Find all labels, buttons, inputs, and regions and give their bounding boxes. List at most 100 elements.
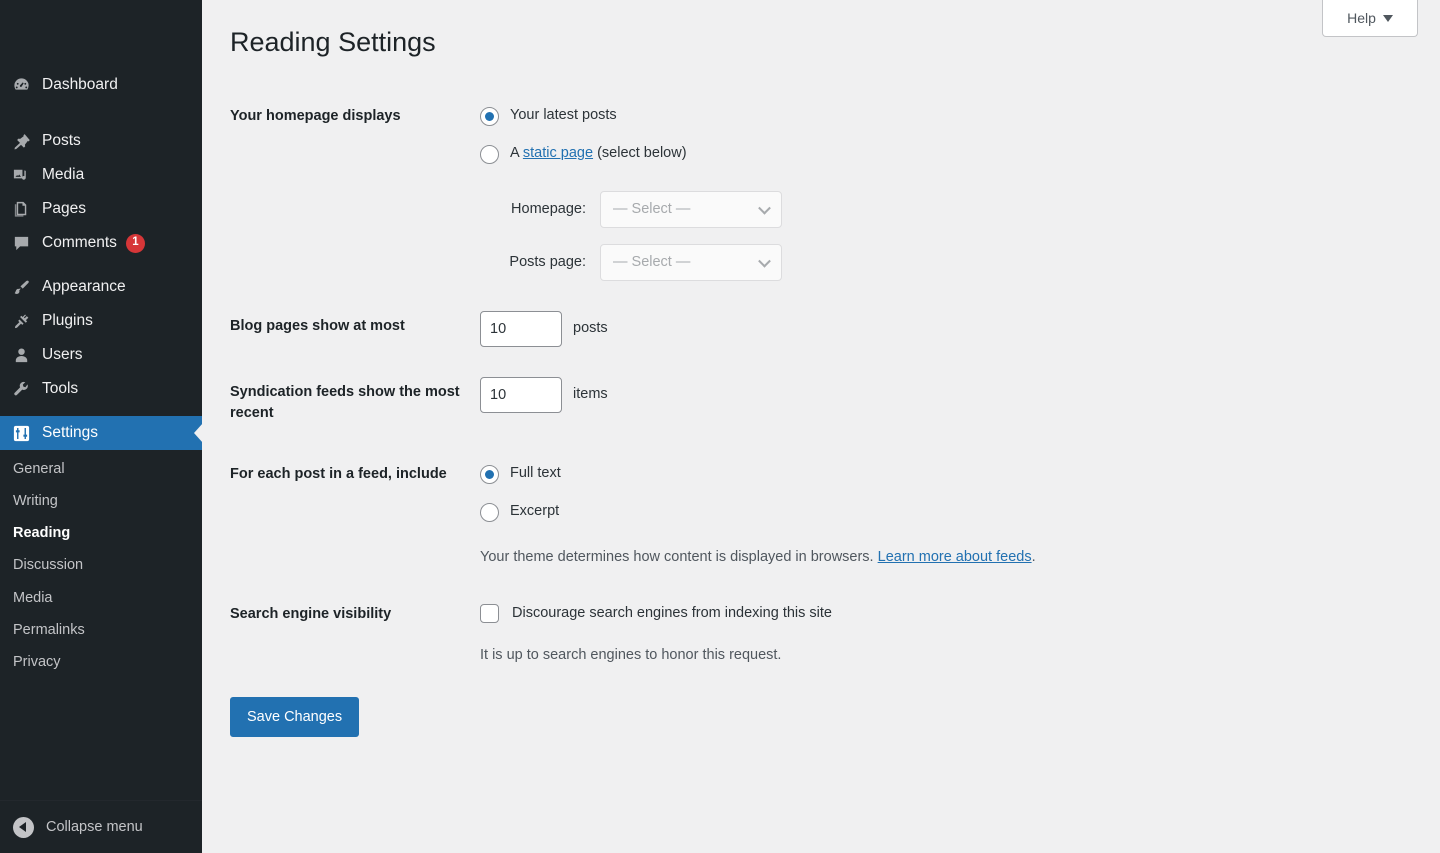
comment-icon — [11, 233, 31, 253]
blog-pages-control: posts — [480, 311, 1400, 347]
submenu-item-writing[interactable]: Writing — [0, 485, 202, 517]
radio-latest-posts-label[interactable]: Your latest posts — [510, 105, 617, 127]
posts-page-select[interactable]: — Select — — [600, 244, 782, 281]
sidebar-item-label: Comments — [42, 234, 117, 252]
chevron-down-icon — [1382, 14, 1393, 22]
sidebar-item-label: Posts — [42, 132, 81, 150]
radio-full-text-label[interactable]: Full text — [510, 463, 561, 485]
option-latest-posts[interactable]: Your latest posts — [480, 101, 1400, 131]
settings-submenu: General Writing Reading Discussion Media… — [0, 450, 202, 684]
help-tab-button[interactable]: Help — [1322, 0, 1418, 37]
user-icon — [11, 345, 31, 365]
row-syndication-feeds: Syndication feeds show the most recent i… — [230, 362, 1410, 444]
option-full-text[interactable]: Full text — [480, 459, 1400, 489]
posts-page-select-label: Posts page: — [509, 253, 586, 270]
chevron-down-icon — [758, 201, 771, 215]
row-blog-pages: Blog pages show at most posts — [230, 296, 1410, 362]
feed-desc-prefix: Your theme determines how content is dis… — [480, 549, 878, 566]
sidebar-item-settings[interactable]: Settings — [0, 416, 203, 450]
row-search-visibility: Search engine visibility Discourage sear… — [230, 584, 1410, 682]
submenu-item-media[interactable]: Media — [0, 582, 202, 614]
feed-include-description: Your theme determines how content is dis… — [480, 547, 1400, 569]
comments-count-badge: 1 — [125, 233, 145, 253]
sidebar-item-pages[interactable]: Pages — [0, 192, 202, 226]
syndication-feeds-input[interactable] — [480, 377, 562, 413]
save-changes-button[interactable]: Save Changes — [230, 696, 360, 738]
syndication-feeds-unit: items — [573, 386, 608, 403]
sidebar-item-label: Appearance — [42, 278, 126, 296]
pages-icon — [11, 199, 31, 219]
sidebar-item-label: Settings — [42, 424, 99, 442]
help-tab-label: Help — [1347, 10, 1376, 26]
reading-settings-form: Your homepage displays Your latest posts… — [230, 86, 1410, 752]
posts-page-select-value: — Select — — [613, 253, 691, 270]
option-discourage-search-engines[interactable]: Discourage search engines from indexing … — [480, 599, 1400, 629]
dashboard-icon — [11, 75, 31, 95]
wrench-icon — [11, 379, 31, 399]
syndication-feeds-control: items — [480, 377, 1400, 413]
blog-pages-unit: posts — [573, 320, 608, 337]
radio-static-page[interactable] — [480, 144, 499, 164]
label-homepage-displays: Your homepage displays — [230, 108, 401, 124]
brush-icon — [11, 277, 31, 297]
row-feed-include: For each post in a feed, include Full te… — [230, 444, 1410, 584]
static-page-selectors: Homepage: — Select — Posts page: — Selec… — [480, 191, 1400, 281]
radio-static-page-label[interactable]: A static page (select below) — [510, 143, 687, 165]
label-syndication-feeds: Syndication feeds show the most recent — [230, 384, 460, 422]
pin-icon — [11, 131, 31, 151]
collapse-menu-button[interactable]: Collapse menu — [0, 800, 202, 853]
sidebar-item-users[interactable]: Users — [0, 338, 202, 372]
radio-excerpt[interactable] — [480, 502, 499, 522]
static-page-link[interactable]: static page — [523, 145, 593, 161]
radio-latest-posts[interactable] — [480, 106, 499, 126]
discourage-search-engines-checkbox[interactable] — [480, 604, 499, 624]
sidebar-item-plugins[interactable]: Plugins — [0, 304, 202, 338]
sidebar-item-label: Users — [42, 346, 83, 364]
submenu-item-permalinks[interactable]: Permalinks — [0, 614, 202, 646]
sidebar-item-label: Tools — [42, 380, 79, 398]
submenu-item-privacy[interactable]: Privacy — [0, 646, 202, 678]
option-static-page[interactable]: A static page (select below) — [480, 139, 1400, 169]
sidebar-item-appearance[interactable]: Appearance — [0, 270, 202, 304]
submenu-item-discussion[interactable]: Discussion — [0, 549, 202, 581]
search-visibility-description: It is up to search engines to honor this… — [480, 646, 782, 663]
discourage-search-engines-label[interactable]: Discourage search engines from indexing … — [512, 603, 832, 625]
settings-sliders-icon — [11, 423, 31, 443]
plug-icon — [11, 311, 31, 331]
feed-desc-suffix: . — [1031, 549, 1036, 566]
static-page-suffix: (select below) — [593, 145, 687, 162]
page-title: Reading Settings — [230, 27, 436, 57]
label-search-visibility: Search engine visibility — [230, 605, 392, 622]
submenu-item-reading[interactable]: Reading — [0, 517, 202, 549]
radio-excerpt-label[interactable]: Excerpt — [510, 501, 559, 523]
media-icon — [11, 165, 31, 185]
blog-pages-input[interactable] — [480, 311, 562, 347]
label-feed-include: For each post in a feed, include — [230, 466, 447, 483]
main-content: Help Reading Settings Your homepage disp… — [202, 0, 1440, 853]
option-excerpt[interactable]: Excerpt — [480, 497, 1400, 527]
radio-full-text[interactable] — [480, 464, 499, 484]
submenu-item-general[interactable]: General — [0, 453, 202, 485]
homepage-select-value: — Select — — [613, 200, 691, 217]
sidebar-item-label: Dashboard — [42, 76, 118, 94]
sidebar-item-label: Plugins — [42, 312, 93, 330]
homepage-select[interactable]: — Select — — [600, 191, 782, 228]
sidebar-item-dashboard[interactable]: Dashboard — [0, 68, 202, 102]
row-homepage-displays: Your homepage displays Your latest posts… — [230, 86, 1410, 296]
chevron-down-icon — [758, 254, 771, 268]
learn-more-feeds-link[interactable]: Learn more about feeds — [878, 549, 1032, 565]
collapse-menu-label: Collapse menu — [46, 819, 143, 835]
sidebar-item-tools[interactable]: Tools — [0, 372, 202, 406]
row-submit: Save Changes — [230, 682, 1410, 753]
wp-admin-screen: Dashboard Posts Media Pages Comments 1 A… — [0, 0, 1440, 853]
homepage-select-row: Homepage: — Select — — [480, 191, 1400, 228]
arrow-left-circle-icon — [13, 816, 34, 838]
label-blog-pages: Blog pages show at most — [230, 318, 405, 334]
sidebar-item-label: Media — [42, 166, 85, 184]
sidebar-item-label: Pages — [42, 200, 86, 218]
sidebar-item-media[interactable]: Media — [0, 158, 202, 192]
sidebar-item-comments[interactable]: Comments 1 — [0, 226, 202, 260]
sidebar-item-posts[interactable]: Posts — [0, 124, 202, 158]
homepage-select-label: Homepage: — [511, 200, 586, 217]
static-page-prefix: A — [510, 145, 523, 162]
